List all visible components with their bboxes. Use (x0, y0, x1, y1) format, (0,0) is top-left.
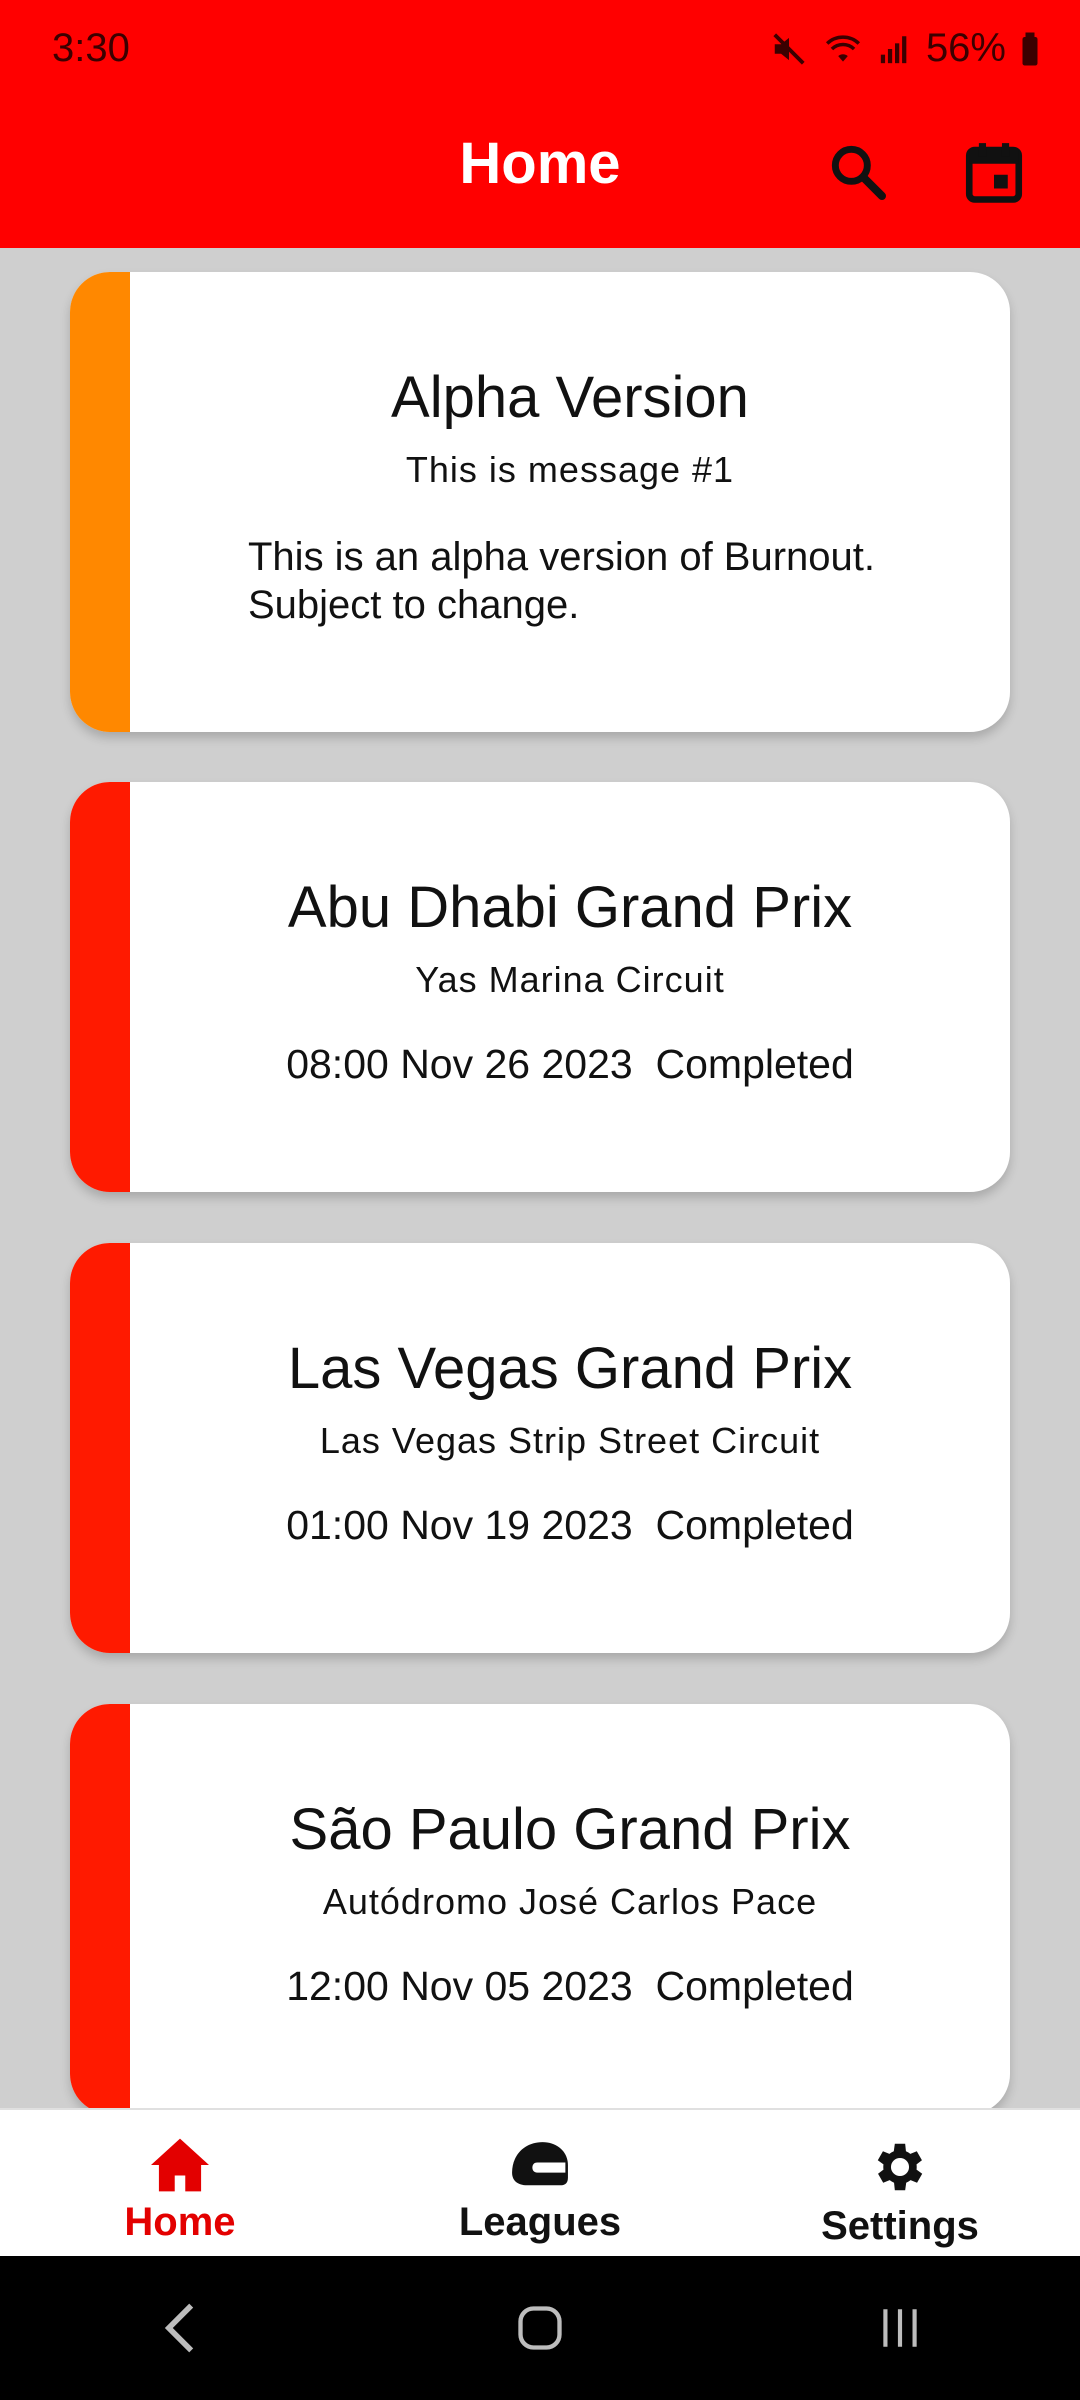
race-datetime: 08:00 Nov 26 2023 (286, 1041, 633, 1087)
card-accent (70, 1243, 130, 1653)
back-button[interactable] (130, 2278, 230, 2378)
card-accent (70, 272, 130, 732)
system-nav-bar (0, 2256, 1080, 2400)
nav-label-settings: Settings (821, 2204, 979, 2248)
message-title: Alpha Version (391, 365, 749, 430)
race-circuit: Las Vegas Strip Street Circuit (319, 1420, 821, 1461)
race-datetime-status: 08:00 Nov 26 2023 Completed (130, 1041, 1010, 1088)
race-datetime-status: 01:00 Nov 19 2023 Completed (130, 1502, 1010, 1549)
race-circuit: Autódromo José Carlos Pace (322, 1881, 818, 1922)
page-title: Home (459, 131, 621, 196)
race-name: Abu Dhabi Grand Prix (287, 875, 853, 940)
recents-button[interactable] (850, 2278, 950, 2378)
nav-settings[interactable]: Settings (720, 2110, 1080, 2258)
race-datetime: 01:00 Nov 19 2023 (286, 1502, 633, 1548)
race-card[interactable]: Abu Dhabi Grand Prix Yas Marina Circuit … (70, 782, 1010, 1192)
race-card[interactable]: São Paulo Grand Prix Autódromo José Carl… (70, 1704, 1010, 2108)
race-card[interactable]: Las Vegas Grand Prix Las Vegas Strip Str… (70, 1243, 1010, 1653)
back-icon (164, 2303, 194, 2353)
battery-icon (1022, 32, 1038, 65)
status-bar: 3:30 56% (0, 0, 1080, 100)
status-indicators: 56% (770, 26, 1040, 71)
recents-icon (883, 2309, 917, 2347)
search-button[interactable] (820, 134, 896, 210)
race-feed[interactable]: Alpha Version This is message #1 This is… (0, 248, 1080, 2108)
nav-leagues[interactable]: Leagues (360, 2110, 720, 2258)
card-accent (70, 1704, 130, 2108)
message-subtitle: This is message #1 (405, 449, 735, 490)
app-bar: Home (0, 100, 1080, 248)
race-datetime: 12:00 Nov 05 2023 (286, 1963, 633, 2009)
status-time: 3:30 (52, 26, 130, 70)
gear-icon (877, 2143, 923, 2191)
nav-home[interactable]: Home (0, 2110, 360, 2258)
mute-icon (773, 32, 805, 65)
nav-label-home: Home (124, 2200, 236, 2244)
message-body: This is an alpha version of Burnout. Sub… (248, 535, 876, 627)
race-status: Completed (655, 1502, 854, 1548)
race-datetime-status: 12:00 Nov 05 2023 Completed (130, 1963, 1010, 2010)
race-name: Las Vegas Grand Prix (287, 1336, 853, 1401)
home-system-icon (518, 2306, 562, 2350)
home-system-button[interactable] (490, 2278, 590, 2378)
search-icon (831, 145, 886, 200)
wifi-icon (825, 34, 860, 62)
battery-percent: 56% (925, 26, 1006, 70)
helmet-icon (512, 2142, 568, 2186)
home-icon (151, 2138, 209, 2192)
race-name: São Paulo Grand Prix (289, 1797, 851, 1862)
nav-label-leagues: Leagues (458, 2200, 622, 2244)
calendar-icon (965, 143, 1023, 203)
bottom-nav: Home Leagues Settings (0, 2108, 1080, 2258)
calendar-button[interactable] (956, 134, 1032, 210)
signal-icon (880, 35, 907, 63)
card-accent (70, 782, 130, 1192)
message-card[interactable]: Alpha Version This is message #1 This is… (70, 272, 1010, 732)
race-status: Completed (655, 1041, 854, 1087)
race-circuit: Yas Marina Circuit (415, 959, 725, 1000)
race-status: Completed (655, 1963, 854, 2009)
